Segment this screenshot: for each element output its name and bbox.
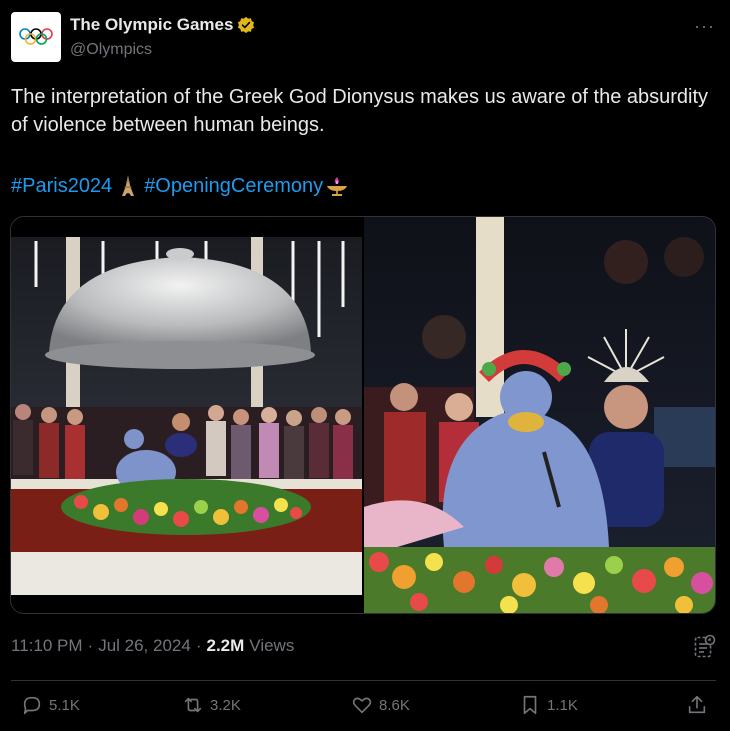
eiffel-tower-icon xyxy=(120,175,136,197)
share-button[interactable] xyxy=(686,694,708,716)
olympic-rings-icon xyxy=(19,28,53,45)
avatar[interactable] xyxy=(11,12,61,62)
ceremony-photo-wide xyxy=(11,217,362,613)
tweet-date[interactable]: Jul 26, 2024 xyxy=(98,636,191,656)
meta-separator: · xyxy=(87,636,94,655)
share-icon xyxy=(688,695,706,714)
reply-count: 5.1K xyxy=(49,696,80,714)
reply-button[interactable]: 5.1K xyxy=(21,694,80,716)
post-analytics-icon[interactable] xyxy=(694,634,716,663)
media-grid xyxy=(10,216,716,614)
bookmark-icon xyxy=(523,695,537,715)
tweet-time[interactable]: 11:10 PM xyxy=(11,636,83,656)
views-label: Views xyxy=(249,636,295,655)
like-button[interactable]: 8.6K xyxy=(351,694,410,716)
photo-left[interactable] xyxy=(11,217,362,613)
dionysus-closeup-photo xyxy=(364,217,715,613)
repost-count: 3.2K xyxy=(210,696,241,714)
like-count: 8.6K xyxy=(379,696,410,714)
heart-icon xyxy=(352,697,372,714)
display-name[interactable]: The Olympic Games xyxy=(70,15,233,35)
divider xyxy=(11,680,716,681)
photo-right[interactable] xyxy=(364,217,715,613)
tweet-text: The interpretation of the Greek God Dion… xyxy=(11,86,709,136)
olympic-cauldron-icon xyxy=(325,175,349,197)
tweet-meta: 11:10 PM · Jul 26, 2024 · 2.2M Views xyxy=(11,636,294,656)
repost-icon xyxy=(184,697,202,713)
tweet-header: The Olympic Games @Olympics ··· xyxy=(11,12,719,66)
verified-badge-icon xyxy=(238,16,255,34)
more-options-icon[interactable]: ··· xyxy=(694,16,715,37)
handle[interactable]: @Olympics xyxy=(70,41,255,59)
bookmark-count: 1.1K xyxy=(547,696,578,714)
action-bar: 5.1K 3.2K 8.6K 1.1K xyxy=(11,694,716,726)
bookmark-button[interactable]: 1.1K xyxy=(519,694,578,716)
views-count: 2.2M xyxy=(206,636,245,655)
hashtags-row: #Paris2024 #OpeningCeremony xyxy=(11,172,349,200)
hashtag-openingceremony[interactable]: #OpeningCeremony xyxy=(144,172,323,200)
repost-button[interactable]: 3.2K xyxy=(182,694,241,716)
reply-icon xyxy=(23,696,41,715)
hashtag-paris2024[interactable]: #Paris2024 xyxy=(11,172,112,200)
meta-separator: · xyxy=(195,636,202,655)
